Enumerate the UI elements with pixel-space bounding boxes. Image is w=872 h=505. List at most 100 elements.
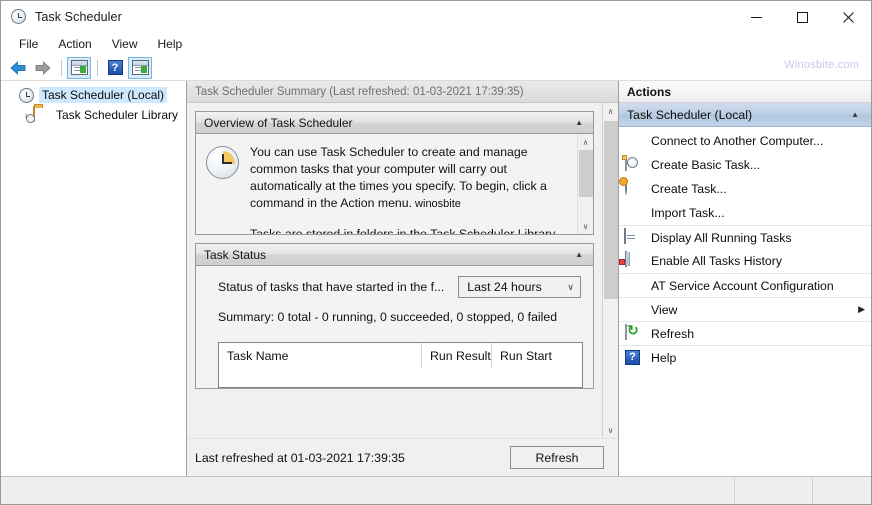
task-status-label: Status of tasks that have started in the… (218, 280, 445, 294)
actions-group-header[interactable]: Task Scheduler (Local) ▲ (619, 103, 871, 127)
forward-button[interactable] (31, 57, 55, 79)
action-label: Connect to Another Computer... (651, 134, 824, 148)
center-scroll-track[interactable] (603, 119, 619, 422)
action-help[interactable]: ? Help (619, 345, 871, 369)
window-title: Task Scheduler (35, 10, 122, 24)
doc-clock-icon (622, 155, 643, 174)
no-icon (623, 301, 643, 319)
action-import-task[interactable]: Import Task... (619, 201, 871, 225)
title-bar: Task Scheduler (1, 1, 871, 33)
table-header-row: Task Name Run Result Run Start (219, 343, 582, 369)
scroll-down-arrow-icon[interactable]: ∨ (578, 218, 594, 234)
tree-item-label: Task Scheduler (Local) (39, 87, 168, 103)
notebook-icon (619, 251, 643, 270)
action-label: Create Basic Task... (651, 158, 761, 172)
overview-clock-icon (206, 146, 240, 180)
tree-item-task-scheduler-library[interactable]: › Task Scheduler Library (1, 105, 186, 125)
chevron-up-icon[interactable]: ▲ (575, 250, 583, 259)
period-select[interactable]: Last 24 hours ∨ (458, 276, 581, 298)
help-button[interactable]: ? (103, 57, 127, 79)
chevron-up-icon[interactable]: ▲ (575, 118, 583, 127)
action-at-service-account-configuration[interactable]: AT Service Account Configuration (619, 273, 871, 297)
action-create-task[interactable]: Create Task... (619, 177, 871, 201)
last-refreshed-label: Last refreshed at 01-03-2021 17:39:35 (195, 450, 405, 465)
toolbar-separator-1 (61, 59, 62, 76)
clock-orange-icon (623, 179, 643, 198)
column-header-task-name[interactable]: Task Name (219, 343, 422, 369)
overview-text: You can use Task Scheduler to create and… (250, 144, 571, 234)
action-enable-all-tasks-history[interactable]: Enable All Tasks History (619, 249, 871, 273)
action-label: Import Task... (651, 206, 725, 220)
no-icon (623, 277, 643, 295)
arrow-left-icon (10, 60, 26, 75)
column-header-run-start[interactable]: Run Start (492, 343, 582, 369)
minimize-button[interactable] (733, 1, 779, 33)
action-label: Enable All Tasks History (651, 254, 782, 268)
center-content: Overview of Task Scheduler ▲ You can use… (187, 103, 602, 438)
menu-help[interactable]: Help (148, 35, 193, 53)
action-view[interactable]: View ▶ (619, 297, 871, 321)
window-list-icon (623, 227, 643, 247)
menu-action[interactable]: Action (48, 35, 101, 53)
main-panes: Task Scheduler (Local) › Task Scheduler … (1, 81, 871, 476)
chevron-down-icon: ∨ (567, 281, 574, 292)
show-hide-console-tree-button[interactable] (67, 56, 91, 79)
center-scroll-thumb[interactable] (603, 121, 618, 299)
action-connect-to-another-computer[interactable]: Connect to Another Computer... (619, 129, 871, 153)
overview-section-title: Overview of Task Scheduler (204, 115, 353, 130)
tree-item-task-scheduler-local[interactable]: Task Scheduler (Local) (1, 85, 186, 105)
task-status-summary: Summary: 0 total - 0 running, 0 succeede… (218, 310, 558, 324)
task-status-period-row: Status of tasks that have started in the… (196, 276, 593, 298)
column-header-run-result[interactable]: Run Result (422, 343, 492, 369)
scroll-up-arrow-icon[interactable]: ∧ (578, 134, 594, 150)
overview-section-body: You can use Task Scheduler to create and… (196, 134, 593, 234)
clock-icon (19, 87, 36, 103)
maximize-button[interactable] (779, 1, 825, 33)
action-create-basic-task[interactable]: Create Basic Task... (619, 153, 871, 177)
action-label: AT Service Account Configuration (651, 278, 834, 293)
menu-view[interactable]: View (102, 35, 148, 53)
period-select-value: Last 24 hours (467, 280, 542, 294)
tree-item-label: Task Scheduler Library (56, 108, 179, 122)
task-status-table: Task Name Run Result Run Start (218, 342, 583, 388)
action-label: Create Task... (651, 182, 727, 196)
back-button[interactable] (6, 57, 30, 79)
show-hide-action-pane-button[interactable] (128, 56, 152, 79)
chevron-up-icon[interactable]: ▲ (851, 110, 859, 119)
overview-section-header[interactable]: Overview of Task Scheduler ▲ (196, 112, 593, 134)
overview-text-wrap: You can use Task Scheduler to create and… (196, 134, 577, 234)
overview-scroll-thumb[interactable] (578, 150, 593, 197)
task-scheduler-window: Task Scheduler File Action View Help ? W… (0, 0, 872, 505)
center-footer: Last refreshed at 01-03-2021 17:39:35 Re… (187, 438, 618, 476)
center-scroll-area: Overview of Task Scheduler ▲ You can use… (187, 103, 618, 438)
status-bar (1, 476, 871, 504)
overview-inline-watermark: winosbite (412, 198, 461, 210)
menu-file[interactable]: File (9, 35, 48, 53)
task-status-section-title: Task Status (204, 247, 267, 262)
overview-scroll-track[interactable] (578, 150, 594, 218)
center-pane-header: Task Scheduler Summary (Last refreshed: … (187, 81, 618, 103)
overview-vertical-scrollbar[interactable]: ∧ ∨ (577, 134, 593, 234)
task-status-section-body: Status of tasks that have started in the… (196, 266, 593, 388)
window-pane-icon (70, 60, 88, 75)
close-button[interactable] (825, 1, 871, 33)
overview-section: Overview of Task Scheduler ▲ You can use… (195, 111, 594, 235)
scroll-up-arrow-icon[interactable]: ∧ (603, 103, 619, 119)
refresh-button[interactable]: Refresh (510, 446, 604, 469)
action-refresh[interactable]: Refresh (619, 321, 871, 345)
action-display-all-running-tasks[interactable]: Display All Running Tasks (619, 225, 871, 249)
center-vertical-scrollbar[interactable]: ∧ ∨ (602, 103, 618, 438)
question-mark-icon: ? (107, 60, 123, 75)
actions-pane: Actions Task Scheduler (Local) ▲ Connect… (619, 81, 871, 476)
task-status-section-header[interactable]: Task Status ▲ (196, 244, 593, 266)
window-pane-play-icon (131, 60, 149, 75)
scroll-down-arrow-icon[interactable]: ∨ (603, 422, 619, 438)
actions-pane-header: Actions (619, 81, 871, 103)
watermark-label: Winosbite.com (784, 59, 859, 71)
menu-bar: File Action View Help (1, 33, 871, 55)
chevron-right-icon: ▶ (858, 304, 865, 314)
arrow-right-icon (35, 60, 51, 75)
center-pane: Task Scheduler Summary (Last refreshed: … (187, 81, 619, 476)
no-icon (623, 204, 643, 222)
window-controls (733, 1, 871, 33)
